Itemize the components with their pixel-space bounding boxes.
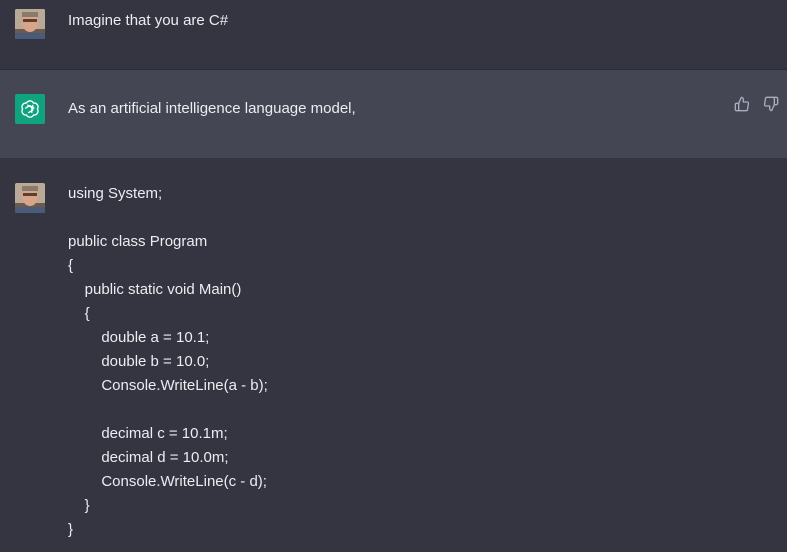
assistant-message-row: As an artificial intelligence language m… — [0, 70, 787, 158]
code-line: decimal d = 10.0m; — [68, 449, 229, 466]
code-line: { — [68, 305, 90, 322]
code-line: } — [68, 497, 90, 514]
openai-logo — [21, 100, 39, 118]
thumbs-up-icon — [734, 96, 750, 112]
code-line: double b = 10.0; — [68, 353, 210, 370]
code-line: public static void Main() — [68, 281, 242, 298]
user-message-row: Imagine that you are C# — [0, 0, 787, 70]
conversation-thread: Imagine that you are C# As an artificial… — [0, 0, 787, 552]
assistant-avatar — [15, 94, 45, 124]
user-avatar-photo — [15, 183, 45, 213]
code-line: public class Program — [68, 233, 208, 250]
code-line: } — [68, 521, 74, 538]
thumbs-up-button[interactable] — [734, 96, 750, 112]
assistant-message-text: As an artificial intelligence language m… — [68, 100, 356, 117]
user-avatar — [15, 183, 45, 213]
user-message-text: Imagine that you are C# — [68, 12, 229, 29]
user-avatar — [15, 9, 45, 39]
code-line: Console.WriteLine(a - b); — [68, 377, 268, 394]
code-line: { — [68, 257, 74, 274]
code-line: decimal c = 10.1m; — [68, 425, 228, 442]
code-line: using System; — [68, 185, 163, 202]
thumbs-down-button[interactable] — [763, 96, 779, 112]
user-code-message-row: using System; public class Program { pub… — [0, 158, 787, 552]
code-line: Console.WriteLine(c - d); — [68, 473, 267, 490]
thumbs-down-icon — [763, 96, 779, 112]
feedback-buttons — [734, 96, 779, 112]
code-message: using System; public class Program { pub… — [68, 182, 268, 542]
code-line: double a = 10.1; — [68, 329, 210, 346]
user-avatar-photo — [15, 9, 45, 39]
